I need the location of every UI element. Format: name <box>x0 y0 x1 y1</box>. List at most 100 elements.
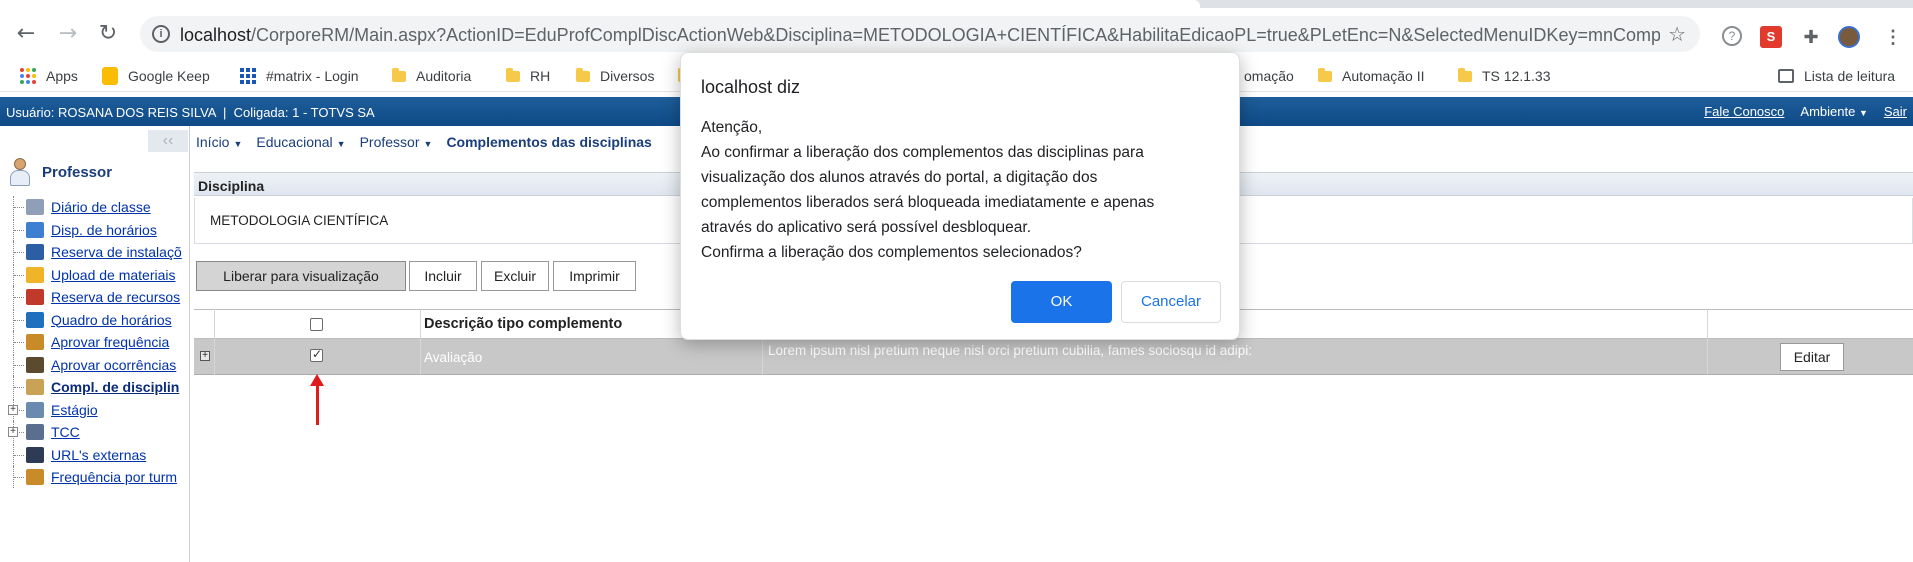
expand-row-icon[interactable]: + <box>200 351 210 361</box>
sidebar-item[interactable]: Upload de materiais <box>0 263 190 287</box>
bookmark-label: Google Keep <box>128 68 210 84</box>
sidebar-item-label: Aprovar ocorrências <box>51 356 177 373</box>
address-bar[interactable]: i localhost/CorporeRM/Main.aspx?ActionID… <box>140 16 1700 52</box>
menu-icon[interactable]: ⋮ <box>1882 26 1904 48</box>
column-divider <box>420 309 421 375</box>
reading-list[interactable]: Lista de leitura <box>1778 66 1895 86</box>
sidebar-item-label: Reserva de instalaçõ <box>51 244 182 260</box>
select-all-checkbox[interactable] <box>310 318 323 331</box>
bookmark-diversos[interactable]: Diversos <box>576 66 654 86</box>
sidebar: ‹‹ Professor Diário de classe Disp. de ho… <box>0 126 190 562</box>
disciplina-name: METODOLOGIA CIENTÍFICA <box>210 213 389 228</box>
folder-icon <box>506 67 520 82</box>
menu-item-icon <box>26 334 44 350</box>
url-text[interactable]: localhost/CorporeRM/Main.aspx?ActionID=E… <box>180 25 1660 46</box>
breadcrumb: Início ▼ Educacional ▼ Professor ▼ Compleme… <box>196 134 652 150</box>
bookmark-label: Apps <box>46 68 78 84</box>
sidebar-item[interactable]: Frequência por turm <box>0 466 190 489</box>
sidebar-item[interactable]: Reserva de recursos <box>0 286 190 309</box>
tab-strip <box>0 0 1913 8</box>
menu-item-icon <box>26 266 44 283</box>
editar-button[interactable]: Editar <box>1780 343 1844 371</box>
menu-item-icon <box>26 401 44 418</box>
sidebar-item[interactable]: URL's externas <box>0 443 190 467</box>
sidebar-item-label: Compl. de disciplin <box>51 379 180 395</box>
breadcrumb-professor[interactable]: Professor ▼ <box>360 134 433 150</box>
ok-button[interactable]: OK <box>1011 281 1112 323</box>
sidebar-item[interactable]: Disp. de horários <box>0 218 190 242</box>
keep-icon <box>102 67 118 85</box>
bookmark-automacao[interactable]: omação <box>1244 66 1294 86</box>
bookmark-label: #matrix - Login <box>266 68 359 84</box>
header-descricao: Descrição tipo complemento <box>424 316 623 332</box>
fale-conosco-link[interactable]: Fale Conosco <box>1704 104 1784 119</box>
dialog-line: Atenção, <box>701 119 763 136</box>
sidebar-item-label: TCC <box>51 424 80 440</box>
collapse-sidebar-button[interactable]: ‹‹ <box>148 130 188 152</box>
forward-icon[interactable]: → <box>56 22 80 46</box>
incluir-button[interactable]: Incluir <box>409 261 477 291</box>
excluir-button[interactable]: Excluir <box>481 261 549 291</box>
sidebar-item[interactable]: + Estágio <box>0 398 190 422</box>
table-row[interactable]: + Avaliação Lorem ipsum nisl pretium neq… <box>194 339 1913 375</box>
row-checkbox[interactable] <box>310 347 323 362</box>
sidebar-item-label: Aprovar frequência <box>51 334 170 350</box>
sidebar-item-label: Upload de materiais <box>51 266 176 283</box>
bookmark-google-keep[interactable]: Google Keep <box>102 66 210 86</box>
menu-item-icon <box>26 469 44 485</box>
folder-icon <box>1318 67 1332 82</box>
bookmark-rh[interactable]: RH <box>506 66 550 86</box>
cancel-button[interactable]: Cancelar <box>1121 281 1221 323</box>
sidebar-item[interactable]: Aprovar frequência <box>0 331 190 354</box>
active-tab[interactable] <box>0 0 1200 8</box>
star-icon[interactable]: ☆ <box>1668 22 1686 46</box>
menu-item-icon <box>26 289 44 305</box>
reload-icon[interactable]: ↻ <box>96 22 120 46</box>
bookmark-label: Diversos <box>600 68 655 84</box>
sidebar-item[interactable]: Diário de classe <box>0 196 190 219</box>
back-icon[interactable]: ← <box>14 22 38 46</box>
sidebar-item[interactable]: + TCC <box>0 421 190 444</box>
sidebar-item[interactable]: Quadro de horários <box>0 308 190 332</box>
bookmark-matrix[interactable]: #matrix - Login <box>240 66 359 86</box>
bookmark-label: Automação II <box>1342 68 1425 84</box>
sidebar-item[interactable]: Aprovar ocorrências <box>0 353 190 377</box>
sair-link[interactable]: Sair <box>1884 104 1907 119</box>
breadcrumb-educacional[interactable]: Educacional ▼ <box>256 134 345 150</box>
breadcrumb-inicio[interactable]: Início ▼ <box>196 134 242 150</box>
tree-line <box>14 274 24 276</box>
expand-icon[interactable]: + <box>8 427 18 437</box>
ambiente-menu[interactable]: Ambiente ▼ <box>1800 104 1867 119</box>
info-icon[interactable]: i <box>152 25 170 43</box>
s-extension-icon[interactable]: S <box>1760 26 1782 48</box>
menu-item-icon <box>26 311 44 328</box>
chevron-down-icon: ▼ <box>1858 108 1868 118</box>
dialog-line: complementos liberados será bloqueada im… <box>701 194 1155 211</box>
bookmark-automacao-ii[interactable]: Automação II <box>1318 66 1425 86</box>
sidebar-item-label: Reserva de recursos <box>51 289 181 305</box>
breadcrumb-label: Início <box>196 134 230 150</box>
menu-item-icon <box>26 199 44 215</box>
bookmark-label: omação <box>1244 68 1294 84</box>
imprimir-button[interactable]: Imprimir <box>553 261 636 291</box>
sidebar-item-label: Disp. de horários <box>51 221 157 238</box>
sidebar-item[interactable]: Compl. de disciplin <box>0 376 190 399</box>
sidebar-title: Professor <box>8 158 112 186</box>
help-icon[interactable]: ? <box>1722 26 1742 46</box>
extension-icon[interactable]: ✚ <box>1800 26 1822 48</box>
avatar[interactable] <box>1838 26 1860 48</box>
bookmark-ts[interactable]: TS 12.1.33 <box>1458 66 1551 86</box>
liberar-visualizacao-button[interactable]: Liberar para visualização <box>196 261 406 291</box>
column-divider <box>1707 309 1708 375</box>
cell-texto: Lorem ipsum nisl pretium neque nisl orci… <box>768 343 1252 358</box>
bookmark-apps[interactable]: Apps <box>20 66 78 86</box>
bookmark-auditoria[interactable]: Auditoria <box>392 66 471 86</box>
breadcrumb-current: Complementos das disciplinas <box>446 134 652 150</box>
sidebar-title-label: Professor <box>42 163 113 181</box>
reading-list-icon <box>1778 69 1794 83</box>
annotation-arrow <box>316 383 319 425</box>
sidebar-item-label: URL's externas <box>51 446 147 463</box>
sidebar-menu: Diário de classe Disp. de horários Reserva… <box>0 196 190 489</box>
expand-icon[interactable]: + <box>8 404 18 415</box>
sidebar-item[interactable]: Reserva de instalaçõ <box>0 241 190 264</box>
